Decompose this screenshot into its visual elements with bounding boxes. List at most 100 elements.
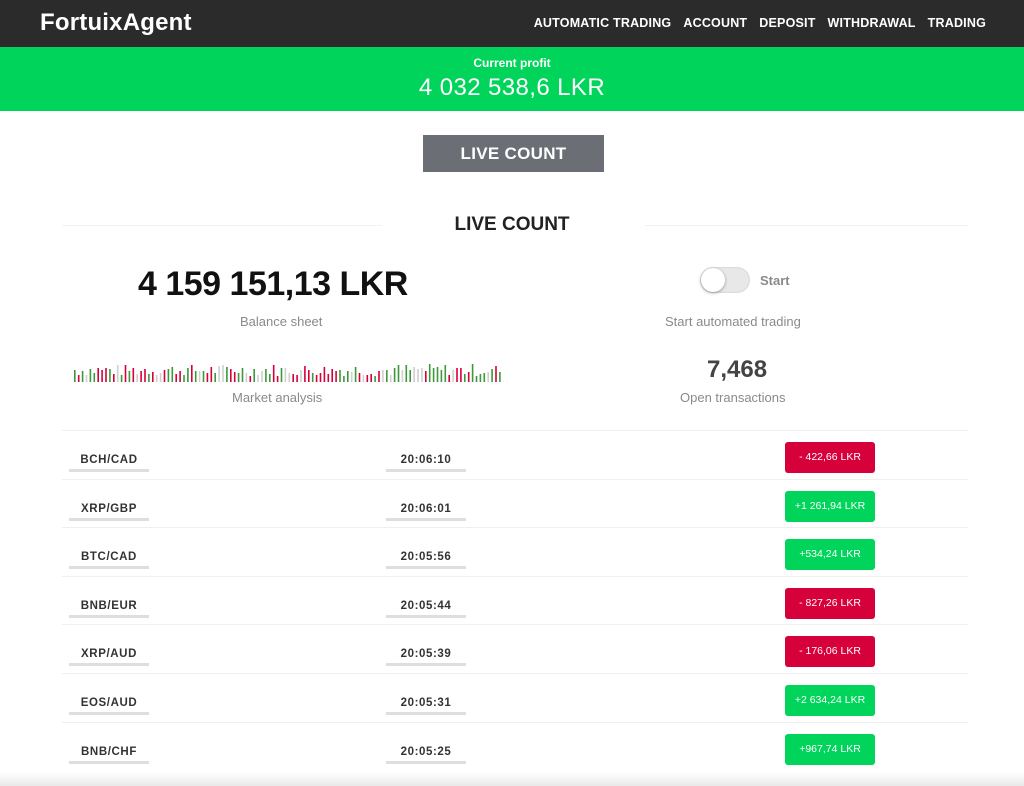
market-bar: [241, 368, 244, 382]
market-bar: [245, 373, 248, 382]
live-count-button[interactable]: LIVE COUNT: [423, 135, 604, 172]
market-analysis-sparkbars: [74, 364, 501, 382]
nav-account[interactable]: ACCOUNT: [683, 16, 747, 30]
market-bar: [339, 370, 341, 382]
market-bar: [132, 368, 135, 382]
market-bar: [397, 365, 400, 382]
market-bar: [405, 365, 408, 382]
market-bar: [331, 369, 333, 382]
market-bar: [479, 374, 482, 382]
market-bar: [335, 371, 337, 382]
market-bar: [448, 375, 450, 382]
market-bar: [304, 366, 306, 382]
current-profit-value: 4 032 538,6 LKR: [418, 74, 606, 101]
nav-automatic-trading[interactable]: AUTOMATIC TRADING: [534, 16, 672, 30]
live-count-heading: LIVE COUNT: [454, 214, 570, 235]
market-bar: [128, 371, 131, 382]
automated-trading-toggle[interactable]: [700, 267, 750, 293]
market-analysis-label: Market analysis: [232, 390, 323, 405]
trades-table: BCH/CAD 20:06:10 - 422,66 LKR XRP/GBP 20…: [62, 430, 968, 770]
balance-label: Balance sheet: [240, 314, 323, 329]
market-bar: [483, 373, 486, 382]
market-bar: [214, 373, 216, 382]
open-transactions-count: 7,468: [707, 356, 768, 383]
market-bar: [163, 370, 166, 382]
trade-pair: BNB/EUR: [69, 595, 149, 618]
current-profit-label: Current profit: [473, 56, 551, 70]
trade-time: 20:05:56: [386, 546, 466, 570]
market-bar: [440, 370, 443, 382]
market-bar: [417, 369, 419, 382]
market-bar: [101, 370, 103, 382]
nav-withdrawal[interactable]: WITHDRAWAL: [828, 16, 916, 30]
market-bar: [280, 368, 283, 382]
trade-pair: BTC/CAD: [69, 546, 149, 570]
balance-value: 4 159 151,13 LKR: [138, 265, 408, 303]
trade-time: 20:05:31: [386, 692, 466, 715]
market-bar: [370, 374, 372, 382]
market-bar: [187, 368, 189, 382]
market-bar: [354, 367, 357, 382]
market-bar: [116, 365, 119, 382]
market-bar: [428, 364, 431, 382]
market-bar: [491, 369, 493, 382]
trade-time: 20:05:25: [386, 741, 466, 764]
market-bar: [432, 368, 435, 382]
market-bar: [81, 371, 84, 382]
trade-amount-badge: +967,74 LKR: [785, 733, 875, 765]
market-bar: [218, 366, 220, 382]
trade-amount-badge: +1 261,94 LKR: [785, 490, 875, 522]
market-bar: [113, 374, 115, 382]
market-bar: [171, 367, 174, 382]
market-bar: [233, 372, 236, 382]
market-bar: [191, 365, 193, 382]
trade-time: 20:05:39: [386, 643, 466, 667]
trade-pair: XRP/GBP: [69, 498, 149, 521]
market-bar: [288, 373, 291, 382]
market-bar: [362, 375, 365, 382]
market-bar: [136, 374, 138, 382]
market-bar: [74, 370, 76, 382]
market-bar: [475, 376, 478, 382]
market-bar: [389, 375, 392, 382]
nav-deposit[interactable]: DEPOSIT: [759, 16, 815, 30]
trade-amount-badge: +534,24 LKR: [785, 539, 875, 571]
trade-pair: BNB/CHF: [69, 741, 149, 764]
market-bar: [323, 367, 326, 382]
market-bar: [167, 369, 170, 382]
market-bar: [265, 369, 267, 382]
top-navigation-bar: FortuixAgent AUTOMATIC TRADING ACCOUNT D…: [0, 0, 1024, 47]
market-bar: [386, 370, 388, 382]
trade-row: BNB/EUR 20:05:44 - 827,26 LKR: [62, 575, 968, 625]
brand-logo[interactable]: FortuixAgent: [40, 9, 192, 37]
market-bar: [249, 376, 252, 382]
market-bar: [471, 364, 474, 382]
trade-row: EOS/AUD 20:05:31 +2 634,24 LKR: [62, 672, 968, 722]
market-bar: [343, 376, 345, 382]
market-bar: [206, 373, 209, 382]
market-bar: [300, 370, 302, 382]
trade-pair: BCH/CAD: [69, 449, 149, 472]
market-bar: [276, 376, 279, 382]
market-bar: [495, 366, 497, 382]
market-bar: [202, 371, 205, 382]
market-bar: [456, 368, 458, 382]
market-bar: [105, 368, 107, 382]
market-bar: [401, 370, 404, 382]
market-bar: [327, 374, 330, 382]
market-bar: [319, 373, 322, 382]
trade-row: BCH/CAD 20:06:10 - 422,66 LKR: [62, 430, 968, 479]
market-bar: [85, 375, 88, 382]
market-bar: [347, 371, 349, 382]
market-bar: [382, 370, 384, 382]
trade-row: XRP/AUD 20:05:39 - 176,06 LKR: [62, 624, 968, 673]
nav-trading[interactable]: TRADING: [928, 16, 986, 30]
market-bar: [467, 372, 470, 382]
toggle-knob: [701, 268, 725, 292]
market-bar: [194, 371, 197, 382]
market-bar: [425, 371, 427, 382]
market-bar: [421, 368, 423, 382]
trade-time: 20:05:44: [386, 595, 466, 618]
market-bar: [393, 368, 396, 382]
page-bottom-edge: [0, 772, 1024, 786]
